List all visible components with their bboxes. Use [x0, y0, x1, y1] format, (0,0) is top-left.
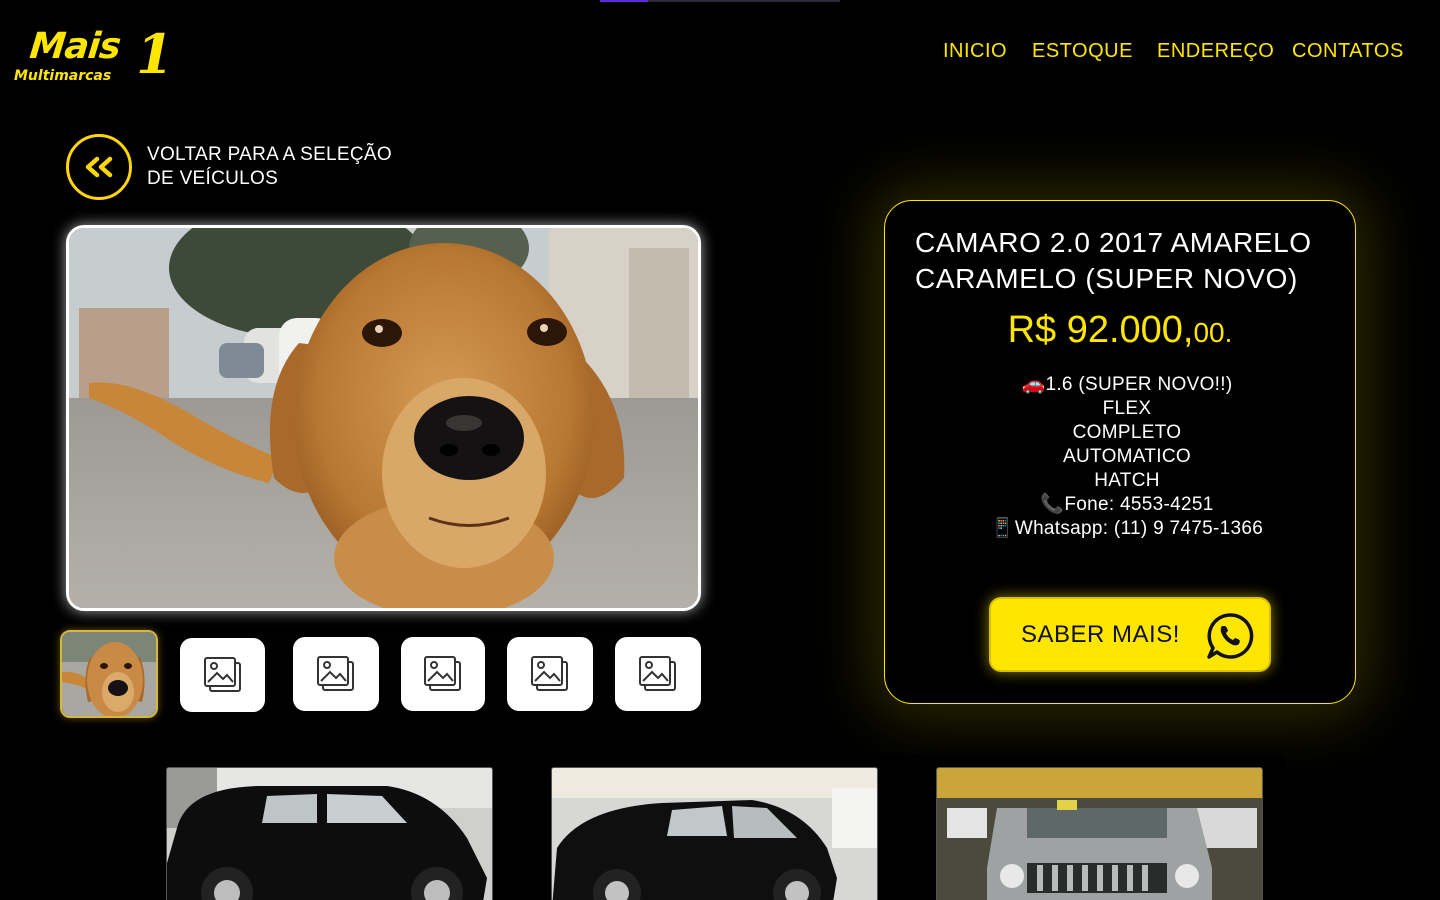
spec-line: HATCH [1094, 470, 1160, 491]
spec-line: 🚗1.6 (SUPER NOVO!!) [1021, 374, 1233, 395]
black-hatchback-2 [552, 768, 877, 900]
thumbnail-placeholder[interactable] [180, 638, 265, 712]
saber-mais-button[interactable]: SABER MAIS! [989, 597, 1271, 672]
related-vehicle-card[interactable] [551, 767, 878, 900]
back-link-label[interactable]: VOLTAR PARA A SELEÇÃO DE VEÍCULOS [147, 143, 407, 191]
main-vehicle-photo[interactable] [66, 225, 701, 611]
spec-line: FLEX [1102, 398, 1152, 419]
back-to-selection-link[interactable]: VOLTAR PARA A SELEÇÃO DE VEÍCULOS [66, 134, 407, 200]
double-chevron-left-icon[interactable] [66, 134, 132, 200]
brand-logo[interactable]: Mais 1 Multimarcas [14, 22, 184, 90]
image-placeholder-icon [203, 657, 241, 692]
vehicle-specs: 🚗1.6 (SUPER NOVO!!) FLEX COMPLETO AUTOMA… [885, 373, 1369, 541]
logo-text: Mais [27, 26, 123, 67]
thumbnail-placeholder[interactable] [401, 637, 485, 711]
logo-number: 1 [136, 22, 174, 86]
nav-contatos[interactable]: CONTATOS [1292, 40, 1404, 63]
nav-inicio[interactable]: INICIO [943, 40, 1007, 63]
related-vehicle-card[interactable] [166, 767, 493, 900]
thumbnail-active[interactable] [60, 630, 158, 718]
dog-photo [69, 228, 698, 608]
spec-line: COMPLETO [1072, 422, 1182, 443]
whatsapp-icon [1205, 611, 1255, 665]
vehicle-info-card: CAMARO 2.0 2017 AMARELO CARAMELO (SUPER … [884, 200, 1356, 704]
spec-phone: 📞Fone: 4553-4251 [1040, 494, 1214, 515]
vehicle-price: R$ 92.000,00. [885, 309, 1355, 352]
spec-whatsapp: 📱Whatsapp: (11) 9 7475-1366 [990, 518, 1264, 539]
top-loading-strip [600, 0, 840, 2]
image-placeholder-icon [317, 656, 354, 691]
black-hatchback-1 [167, 768, 492, 900]
thumbnail-placeholder[interactable] [615, 637, 701, 711]
nav-estoque[interactable]: ESTOQUE [1032, 40, 1133, 63]
related-vehicle-card[interactable] [936, 767, 1263, 900]
spec-line: AUTOMATICO [1063, 446, 1191, 467]
image-placeholder-icon [531, 656, 568, 691]
logo-subtitle: Multimarcas [14, 68, 112, 84]
vehicle-title: CAMARO 2.0 2017 AMARELO CARAMELO (SUPER … [915, 227, 1312, 294]
thumbnail-placeholder[interactable] [293, 637, 379, 711]
price-cents: 00. [1193, 317, 1233, 348]
image-placeholder-icon [639, 656, 676, 691]
cta-label: SABER MAIS! [1021, 620, 1180, 648]
image-placeholder-icon [424, 656, 461, 691]
nav-endereco[interactable]: ENDEREÇO [1157, 40, 1274, 63]
silver-suv [937, 768, 1262, 900]
related-vehicles [155, 755, 1283, 900]
thumbnail-placeholder[interactable] [507, 637, 593, 711]
price-main: R$ 92.000, [1007, 309, 1194, 351]
